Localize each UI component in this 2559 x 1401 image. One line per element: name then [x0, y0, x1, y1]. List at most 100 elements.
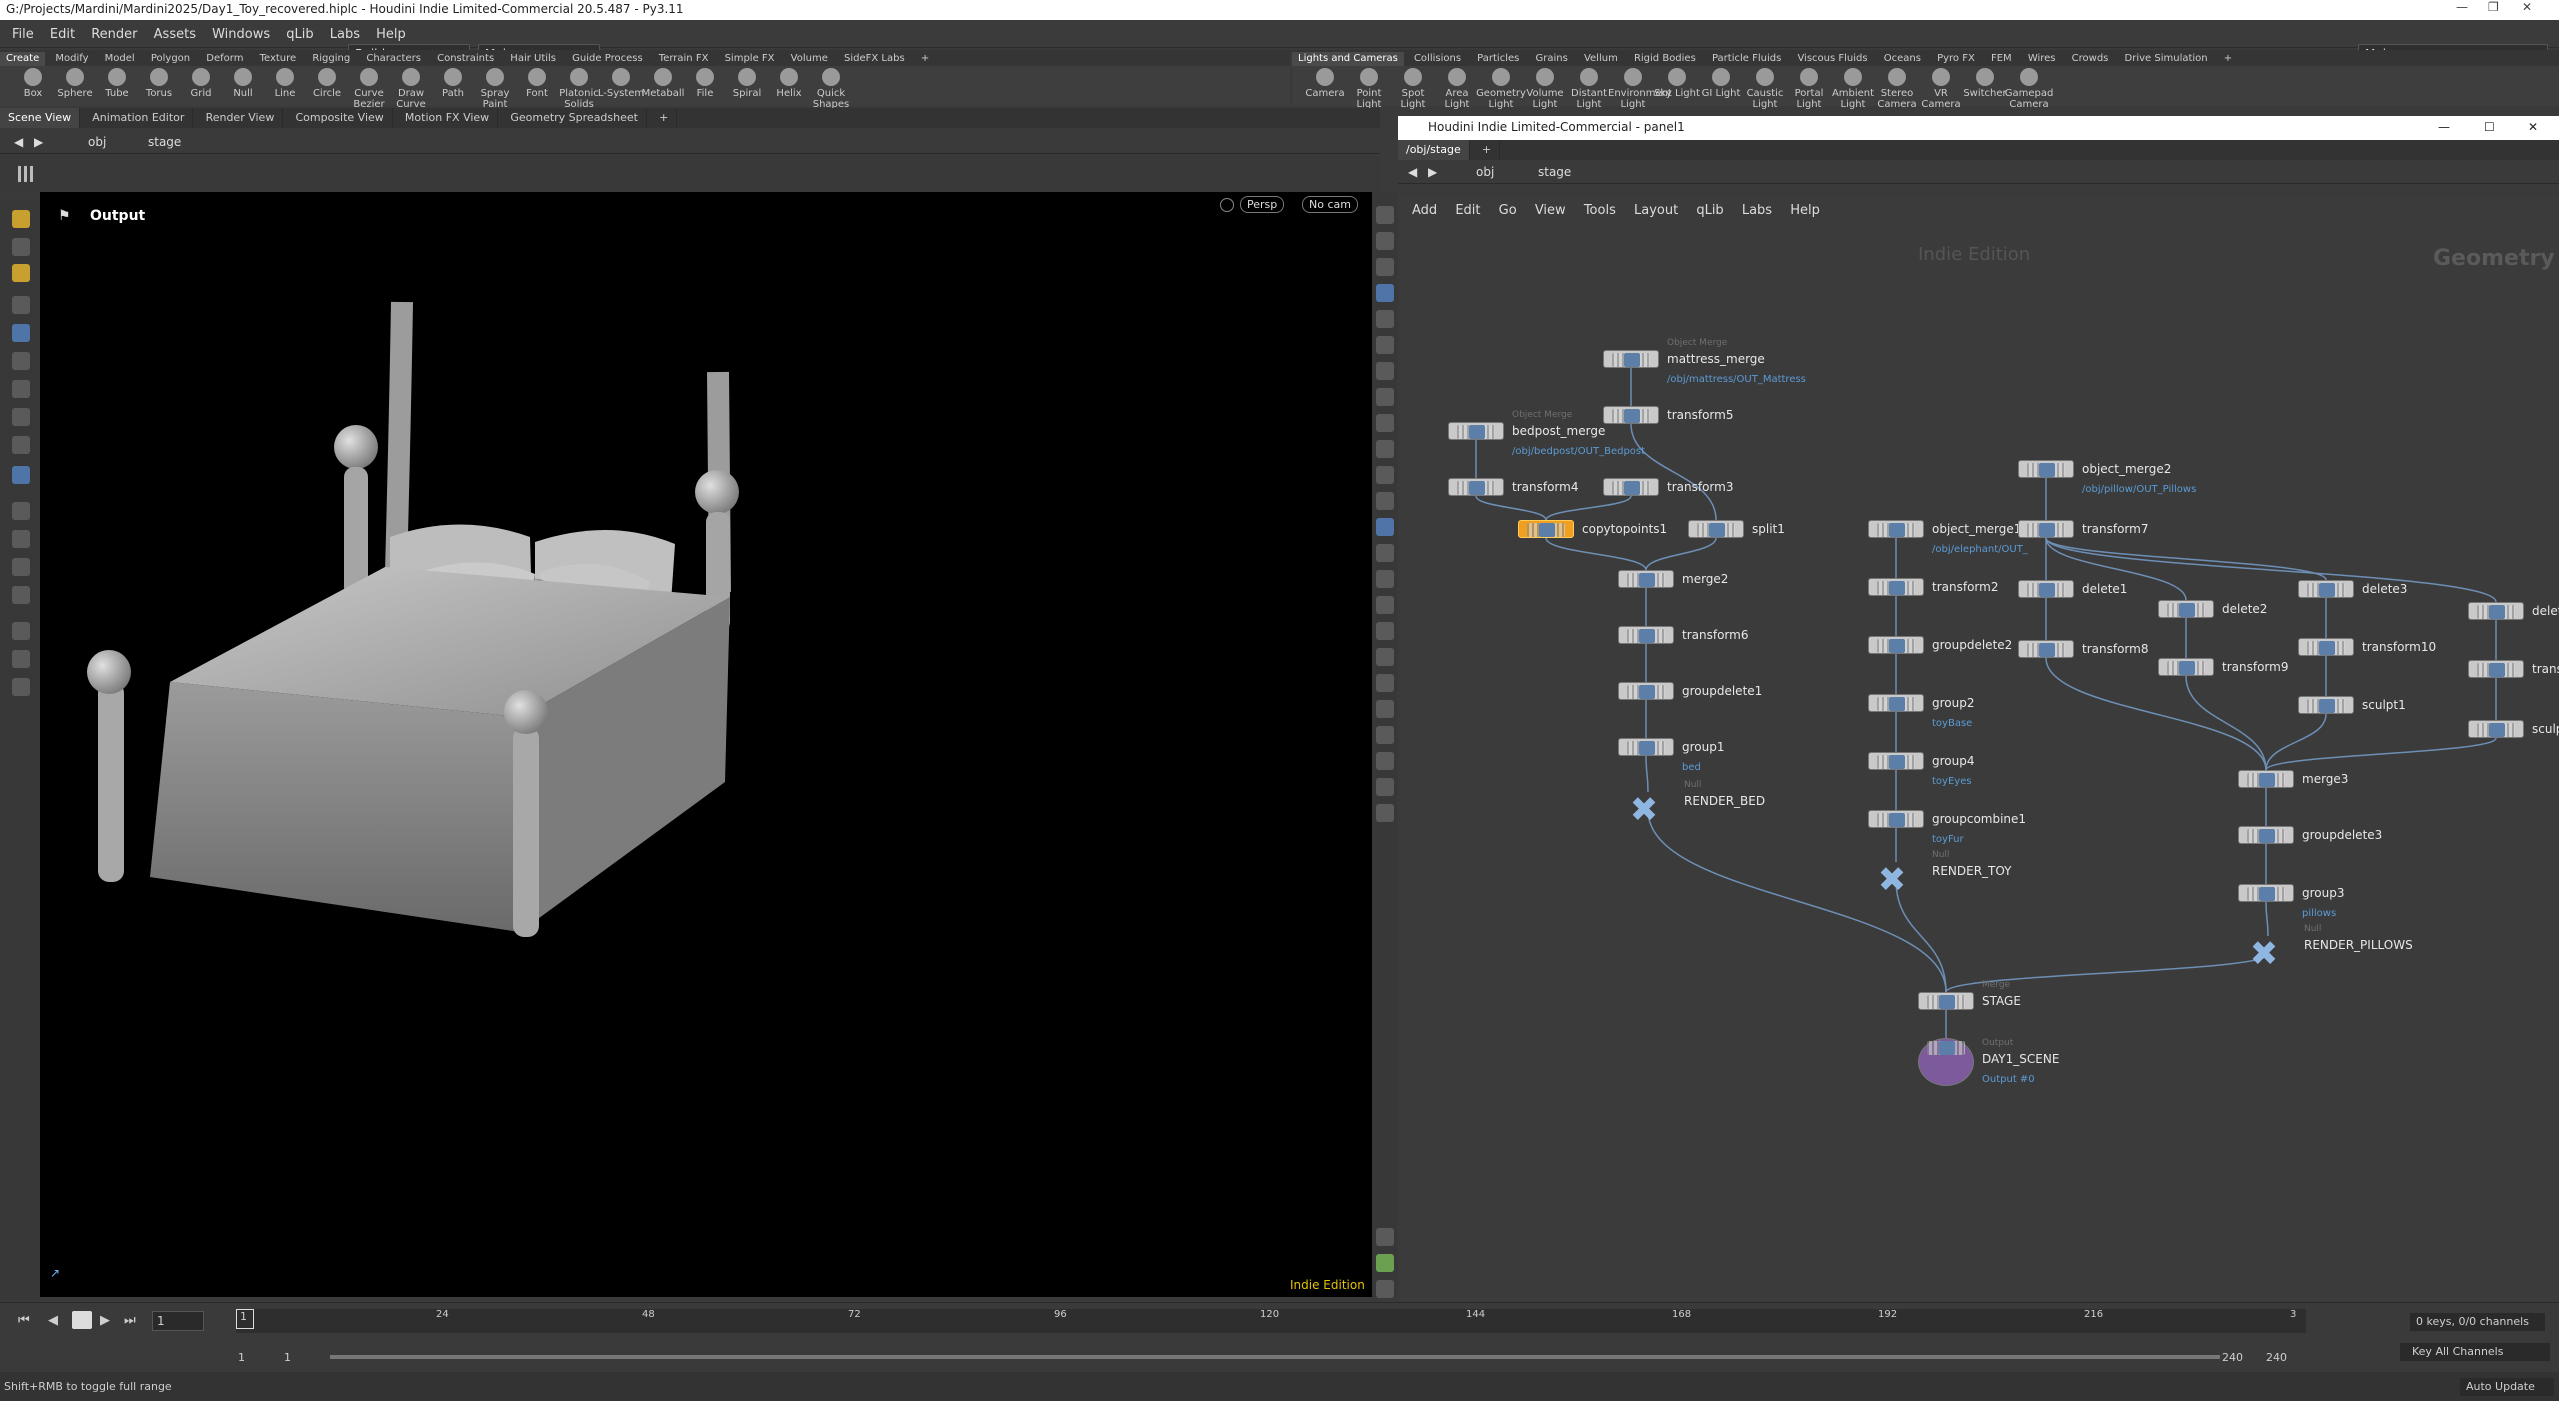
range-slider[interactable]	[330, 1355, 2220, 1359]
node-name[interactable]: sculpt2	[2532, 722, 2559, 736]
tool-icon[interactable]	[12, 678, 30, 696]
stop-button[interactable]	[72, 1311, 92, 1329]
tool-icon[interactable]	[12, 408, 30, 426]
tool-icon[interactable]	[12, 650, 30, 668]
display-option-icon[interactable]	[1376, 1280, 1394, 1298]
menu-go[interactable]: Go	[1499, 203, 1517, 218]
tool-icon[interactable]	[12, 502, 30, 520]
node-body[interactable]	[1603, 406, 1659, 424]
node-body[interactable]	[2158, 600, 2214, 618]
node-name[interactable]: group1	[1682, 740, 1725, 754]
node-body[interactable]	[2018, 580, 2074, 598]
shelf-tool[interactable]: Ambient Light	[1828, 68, 1878, 110]
display-option-icon[interactable]	[1376, 674, 1394, 692]
shelf-tool[interactable]: Volume Light	[1520, 68, 1570, 110]
menu-help[interactable]: Help	[1790, 203, 1820, 218]
shelf-tool[interactable]: Area Light	[1432, 68, 1482, 110]
magnet-icon[interactable]	[12, 586, 30, 604]
shelf-tool[interactable]: Quick Shapes	[806, 68, 856, 110]
node-name[interactable]: transform7	[2082, 522, 2148, 536]
node-body[interactable]	[1618, 682, 1674, 700]
menu-edit[interactable]: Edit	[1455, 203, 1480, 218]
shelf-tool[interactable]: Stereo Camera	[1872, 68, 1922, 110]
path-stage[interactable]: stage	[1538, 165, 1571, 179]
node-body[interactable]	[2298, 638, 2354, 656]
shelf-tool[interactable]: Gamepad Camera	[2004, 68, 2054, 110]
node-body[interactable]	[1618, 626, 1674, 644]
node-body[interactable]	[1868, 694, 1924, 712]
node-name[interactable]: transform9	[2222, 660, 2288, 674]
shelf-tool[interactable]: Distant Light	[1564, 68, 1614, 110]
scene-viewport[interactable]: ⚑ Output Persp No cam Indie Edition ↗	[40, 192, 1380, 1297]
node-body[interactable]	[1868, 520, 1924, 538]
menu-file[interactable]: File	[12, 27, 34, 42]
range-start-2[interactable]: 1	[284, 1351, 291, 1364]
display-option-icon[interactable]	[1376, 804, 1394, 822]
node-name[interactable]: delete4	[2532, 604, 2559, 618]
display-option-icon[interactable]	[1376, 258, 1394, 276]
display-option-icon[interactable]	[1376, 466, 1394, 484]
menu-help[interactable]: Help	[376, 27, 406, 42]
menu-assets[interactable]: Assets	[154, 27, 196, 42]
node-body[interactable]	[1918, 992, 1974, 1010]
tool-icon[interactable]	[12, 352, 30, 370]
node-name[interactable]: transform3	[1667, 480, 1733, 494]
shelf-tool[interactable]: Environment Light	[1608, 68, 1672, 110]
node-body[interactable]	[1518, 520, 1574, 538]
menu-windows[interactable]: Windows	[212, 27, 270, 42]
add-pane-tab-icon[interactable]: +	[1474, 140, 1501, 160]
node-name[interactable]: transform2	[1932, 580, 1998, 594]
jump-start-icon[interactable]: ⏮	[18, 1313, 30, 1328]
node-name[interactable]: group3	[2302, 886, 2345, 900]
forward-arrow-icon[interactable]: ▶	[1428, 165, 1437, 179]
display-option-icon[interactable]	[1376, 778, 1394, 796]
info-icon[interactable]	[1376, 1228, 1394, 1246]
display-option-icon[interactable]	[1376, 232, 1394, 250]
node-body[interactable]	[1618, 738, 1674, 756]
display-option-icon[interactable]	[1376, 622, 1394, 640]
node-body[interactable]	[2468, 602, 2524, 620]
tab-animation-editor[interactable]: Animation Editor	[84, 108, 194, 128]
tab-geometry-spreadsheet[interactable]: Geometry Spreadsheet	[502, 108, 647, 128]
node-body[interactable]	[2238, 826, 2294, 844]
tool-icon[interactable]	[12, 530, 30, 548]
shelf-tool[interactable]: Point Light	[1344, 68, 1394, 110]
shelf-tool[interactable]: Camera	[1300, 68, 1350, 99]
display-option-icon[interactable]	[1376, 362, 1394, 380]
shelf-tool[interactable]: VR Camera	[1916, 68, 1966, 110]
node-body[interactable]	[2468, 720, 2524, 738]
shelf-tool[interactable]: Switcher	[1960, 68, 2010, 99]
display-option-icon[interactable]	[1376, 1254, 1394, 1272]
add-pane-tab-icon[interactable]: +	[651, 108, 678, 128]
forward-arrow-icon[interactable]: ▶	[34, 135, 43, 149]
tab-motion-fx-view[interactable]: Motion FX View	[397, 108, 499, 128]
node-name[interactable]: transform	[2532, 662, 2559, 676]
node-body[interactable]	[2158, 658, 2214, 676]
node-body[interactable]	[2298, 580, 2354, 598]
node-name[interactable]: RENDER_TOY	[1932, 864, 2012, 878]
node-name[interactable]: merge2	[1682, 572, 1728, 586]
node-name[interactable]: transform10	[2362, 640, 2436, 654]
tool-icon[interactable]	[12, 466, 30, 484]
select-arrow-icon[interactable]	[12, 296, 30, 314]
node-name[interactable]: bedpost_merge	[1512, 424, 1605, 438]
node-name[interactable]: transform5	[1667, 408, 1733, 422]
node-body[interactable]: ✖	[2240, 936, 2279, 972]
back-arrow-icon[interactable]: ◀	[14, 135, 23, 149]
network-canvas[interactable]: Indie Edition Geometry mattress_merge Obj…	[1398, 224, 2559, 1304]
node-name[interactable]: RENDER_BED	[1684, 794, 1765, 808]
shelf-tool[interactable]: Portal Light	[1784, 68, 1834, 110]
node-body[interactable]	[1868, 752, 1924, 770]
menu-labs[interactable]: Labs	[1742, 203, 1772, 218]
node-body[interactable]	[2238, 770, 2294, 788]
node-body[interactable]	[2018, 460, 2074, 478]
node-body[interactable]: ✖	[1620, 792, 1659, 828]
node-name[interactable]: delete3	[2362, 582, 2407, 596]
node-body[interactable]	[2468, 660, 2524, 678]
play-icon[interactable]: ▶	[100, 1313, 110, 1328]
display-option-icon[interactable]	[1376, 492, 1394, 510]
minimize-icon[interactable]: —	[2438, 120, 2450, 134]
display-option-icon[interactable]	[1376, 440, 1394, 458]
display-option-icon[interactable]	[1376, 336, 1394, 354]
node-body[interactable]	[1688, 520, 1744, 538]
